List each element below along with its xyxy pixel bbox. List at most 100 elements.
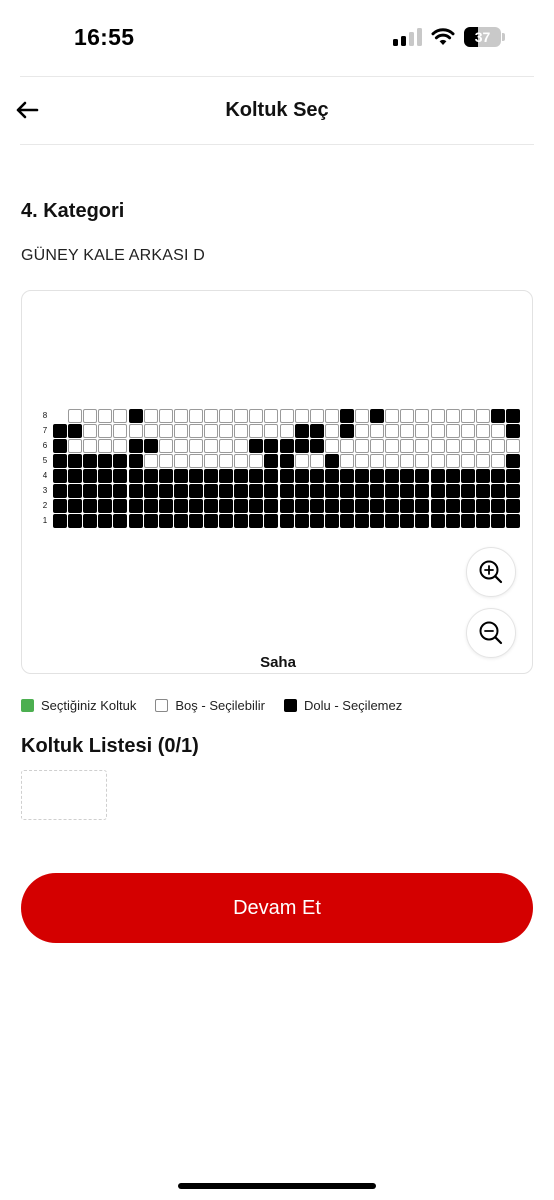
seat-available[interactable] bbox=[158, 454, 173, 468]
seat-occupied bbox=[309, 484, 324, 498]
seat-available[interactable] bbox=[188, 439, 203, 453]
seat-available[interactable] bbox=[355, 439, 369, 453]
seat-available[interactable] bbox=[204, 424, 218, 438]
seat-available[interactable] bbox=[188, 409, 203, 423]
seat-available[interactable] bbox=[188, 454, 203, 468]
seat-available[interactable] bbox=[83, 439, 98, 453]
seat-available[interactable] bbox=[385, 424, 400, 438]
seat-available[interactable] bbox=[158, 439, 173, 453]
seat-available[interactable] bbox=[219, 454, 234, 468]
seat-available[interactable] bbox=[98, 439, 113, 453]
seat-available[interactable] bbox=[430, 424, 445, 438]
seat-available[interactable] bbox=[355, 409, 369, 423]
seat-available[interactable] bbox=[234, 454, 249, 468]
seat-available[interactable] bbox=[158, 424, 173, 438]
seat-available[interactable] bbox=[460, 409, 475, 423]
seat-available[interactable] bbox=[415, 439, 430, 453]
seat-available[interactable] bbox=[113, 424, 128, 438]
seat-available[interactable] bbox=[385, 409, 400, 423]
seat-available[interactable] bbox=[370, 424, 385, 438]
seat-available[interactable] bbox=[219, 439, 234, 453]
seat-available[interactable] bbox=[249, 424, 264, 438]
seat-available[interactable] bbox=[475, 424, 490, 438]
seat-available[interactable] bbox=[83, 409, 98, 423]
seat-available[interactable] bbox=[324, 424, 339, 438]
seat-available[interactable] bbox=[490, 424, 505, 438]
seat-available[interactable] bbox=[68, 439, 83, 453]
seat-available[interactable] bbox=[219, 424, 234, 438]
seat-available[interactable] bbox=[264, 409, 279, 423]
seat-available[interactable] bbox=[264, 424, 279, 438]
seat-available[interactable] bbox=[475, 454, 490, 468]
seat-available[interactable] bbox=[460, 439, 475, 453]
seat-available[interactable] bbox=[506, 439, 520, 453]
seat-available[interactable] bbox=[219, 409, 234, 423]
seat-available[interactable] bbox=[430, 409, 445, 423]
seat-available[interactable] bbox=[204, 439, 218, 453]
seat-map[interactable]: Saha 8 7 6 5 4 3 2 1 bbox=[21, 290, 533, 674]
seat-available[interactable] bbox=[415, 424, 430, 438]
seat-available[interactable] bbox=[234, 439, 249, 453]
seat-available[interactable] bbox=[475, 409, 490, 423]
seat-available[interactable] bbox=[294, 409, 309, 423]
seat-available[interactable] bbox=[68, 409, 83, 423]
seat-available[interactable] bbox=[234, 424, 249, 438]
seat-available[interactable] bbox=[113, 439, 128, 453]
seat-available[interactable] bbox=[324, 409, 339, 423]
seat-available[interactable] bbox=[445, 424, 460, 438]
seat-available[interactable] bbox=[415, 409, 430, 423]
seat-available[interactable] bbox=[98, 424, 113, 438]
seat-available[interactable] bbox=[173, 439, 188, 453]
seat-available[interactable] bbox=[309, 454, 324, 468]
seat-available[interactable] bbox=[400, 454, 415, 468]
seat-occupied bbox=[415, 484, 430, 498]
seat-available[interactable] bbox=[339, 439, 354, 453]
seat-available[interactable] bbox=[339, 454, 354, 468]
seat-available[interactable] bbox=[309, 409, 324, 423]
seat-available[interactable] bbox=[445, 409, 460, 423]
seat-available[interactable] bbox=[143, 424, 158, 438]
seat-available[interactable] bbox=[234, 409, 249, 423]
seat-available[interactable] bbox=[173, 409, 188, 423]
seat-available[interactable] bbox=[173, 424, 188, 438]
seat-available[interactable] bbox=[460, 424, 475, 438]
zoom-out-button[interactable] bbox=[466, 608, 516, 658]
seat-available[interactable] bbox=[143, 409, 158, 423]
seat-available[interactable] bbox=[490, 454, 505, 468]
seat-available[interactable] bbox=[173, 454, 188, 468]
seat-available[interactable] bbox=[400, 424, 415, 438]
seat-available[interactable] bbox=[249, 454, 264, 468]
seat-available[interactable] bbox=[460, 454, 475, 468]
seat-available[interactable] bbox=[128, 424, 143, 438]
zoom-in-button[interactable] bbox=[466, 547, 516, 597]
seat-available[interactable] bbox=[279, 424, 294, 438]
seat-available[interactable] bbox=[249, 409, 264, 423]
seat-available[interactable] bbox=[98, 409, 113, 423]
seat-available[interactable] bbox=[370, 454, 385, 468]
seat-available[interactable] bbox=[204, 454, 218, 468]
seat-available[interactable] bbox=[113, 409, 128, 423]
seat-available[interactable] bbox=[445, 454, 460, 468]
seat-available[interactable] bbox=[415, 454, 430, 468]
seat-available[interactable] bbox=[279, 409, 294, 423]
seat-available[interactable] bbox=[385, 439, 400, 453]
seat-available[interactable] bbox=[400, 409, 415, 423]
seat-available[interactable] bbox=[83, 424, 98, 438]
seat-available[interactable] bbox=[430, 454, 445, 468]
seat-available[interactable] bbox=[400, 439, 415, 453]
seat-available[interactable] bbox=[490, 439, 505, 453]
seat-available[interactable] bbox=[143, 454, 158, 468]
seat-available[interactable] bbox=[355, 454, 369, 468]
seat-available[interactable] bbox=[430, 439, 445, 453]
seat-available[interactable] bbox=[158, 409, 173, 423]
seat-available[interactable] bbox=[385, 454, 400, 468]
continue-button[interactable]: Devam Et bbox=[21, 873, 533, 943]
seat-available[interactable] bbox=[370, 439, 385, 453]
seat-available[interactable] bbox=[324, 439, 339, 453]
seat-available[interactable] bbox=[355, 424, 369, 438]
seat-available[interactable] bbox=[475, 439, 490, 453]
seat-available[interactable] bbox=[188, 424, 203, 438]
seat-available[interactable] bbox=[294, 454, 309, 468]
seat-available[interactable] bbox=[445, 439, 460, 453]
seat-available[interactable] bbox=[204, 409, 218, 423]
